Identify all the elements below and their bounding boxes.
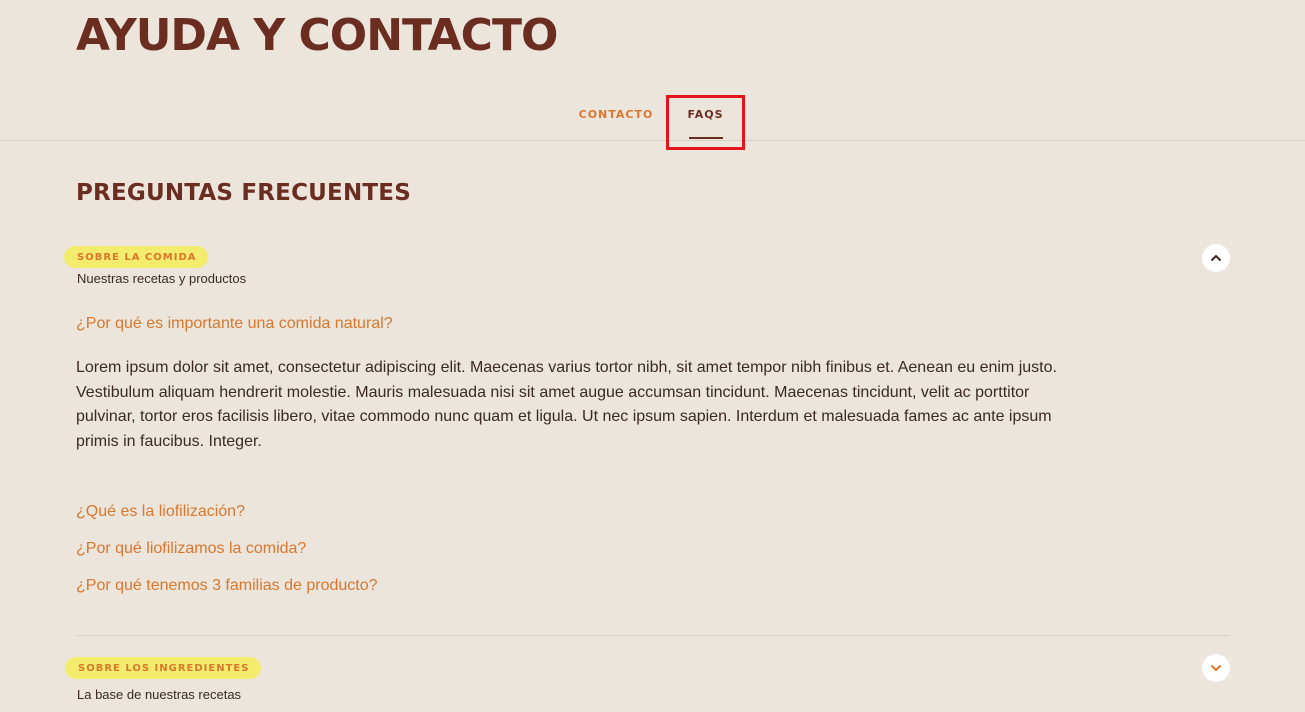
faq-question[interactable]: ¿Qué es la liofilización? [76,503,245,521]
page-title: AYUDA Y CONTACTO [76,10,558,61]
category-subtitle-comida: Nuestras recetas y productos [77,271,247,286]
faq-question[interactable]: ¿Por qué tenemos 3 familias de producto? [76,577,378,595]
category-badge-ingredientes: SOBRE LOS INGREDIENTES [65,657,262,679]
tab-highlight-box [666,95,745,150]
faq-section-title: PREGUNTAS FRECUENTES [76,180,411,206]
category-divider [76,635,1230,636]
tab-bar: CONTACTO FAQS [0,92,1305,141]
page: AYUDA Y CONTACTO CONTACTO FAQS PREGUNTAS… [0,0,1305,712]
chevron-down-icon [1211,665,1221,671]
tab-contacto[interactable]: CONTACTO [572,92,660,140]
chevron-up-icon [1211,255,1221,261]
category-subtitle-ingredientes: La base de nuestras recetas [77,687,242,702]
faq-question[interactable]: ¿Por qué es importante una comida natura… [76,315,393,333]
faq-question[interactable]: ¿Por qué liofilizamos la comida? [76,540,306,558]
category-expand-toggle[interactable] [1202,654,1230,682]
faq-answer: Lorem ipsum dolor sit amet, consectetur … [76,359,1057,450]
category-badge-comida: SOBRE LA COMIDA [64,246,209,268]
category-collapse-toggle[interactable] [1202,244,1230,272]
